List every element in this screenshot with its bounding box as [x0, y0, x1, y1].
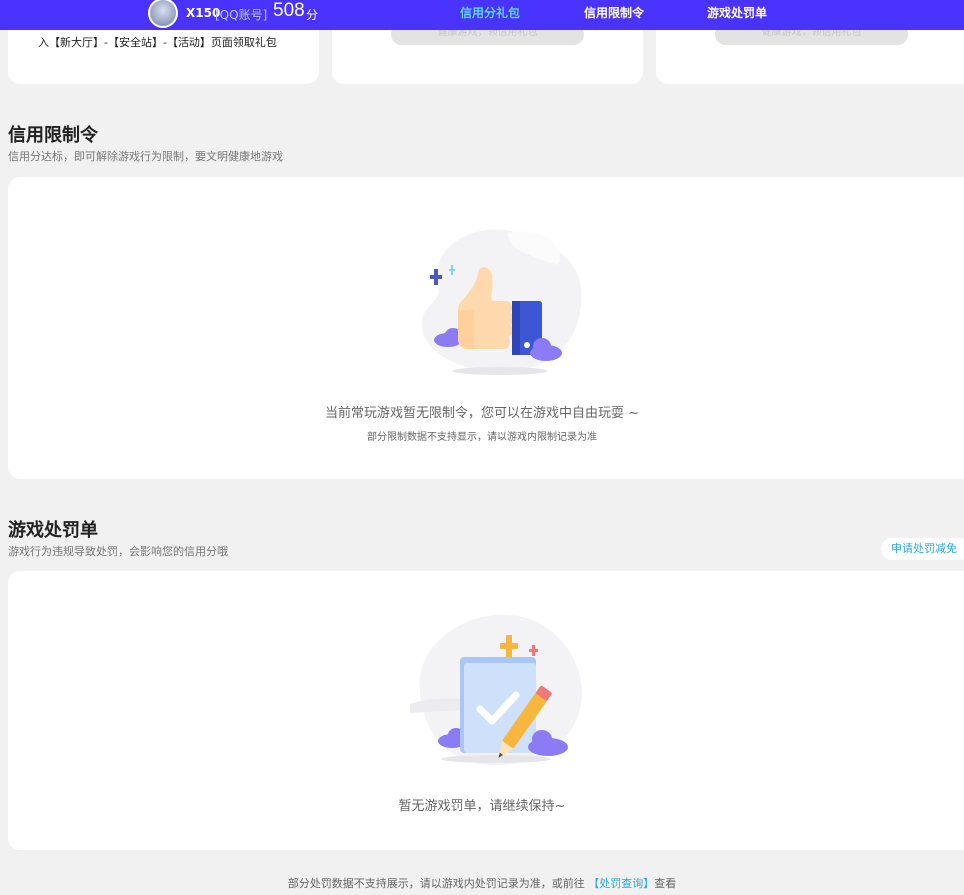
credit-score-unit: 分 [306, 8, 319, 22]
penalty-section-title: 游戏处罚单 [8, 520, 98, 541]
tab-credit-limit[interactable]: 信用限制令 [584, 4, 644, 21]
tab-credit-gift[interactable]: 信用分礼包 [460, 4, 520, 21]
footer-note-prefix: 部分处罚数据不支持展示，请以游戏内处罚记录为准，或前往 [287, 877, 589, 890]
tab-game-penalty[interactable]: 游戏处罚单 [707, 4, 767, 21]
thumbs-up-icon [421, 229, 582, 375]
penalty-query-link[interactable]: 【处罚查询】 [588, 877, 654, 890]
top-nav-bar: X150 [QQ账号] 508 分 信用分礼包 信用限制令 游戏处罚单 [0, 0, 964, 30]
footer-note-suffix: 查看 [654, 877, 677, 890]
footer-note: 部分处罚数据不支持展示，请以游戏内处罚记录为准，或前往 【处罚查询】查看 [0, 875, 964, 891]
credit-score: 508 [273, 0, 305, 21]
limit-empty-note: 部分限制数据不支持显示，请以游戏内限制记录为准 [367, 432, 597, 443]
limit-panel: 当前常玩游戏暂无限制令，您可以在游戏中自由玩耍 ~ 部分限制数据不支持显示，请以… [8, 177, 964, 479]
user-avatar[interactable] [148, 0, 178, 28]
gift-card-instructions: 入【新大厅】-【安全站】-【活动】页面领取礼包 [38, 36, 277, 49]
penalty-section-subtitle: 游戏行为违规导致处罚，会影响您的信用分哦 [8, 545, 228, 558]
limit-section-title: 信用限制令 [8, 125, 98, 146]
limit-empty-message: 当前常玩游戏暂无限制令，您可以在游戏中自由玩耍 ~ [324, 406, 640, 421]
clipboard-pencil-icon [410, 614, 582, 766]
apply-penalty-reduction-button[interactable]: 申请处罚减免 [881, 538, 964, 560]
penalty-empty-message: 暂无游戏罚单，请继续保持~ [398, 799, 566, 814]
penalty-panel: 暂无游戏罚单，请继续保持~ [8, 571, 964, 850]
account-type: [QQ账号] [215, 8, 268, 22]
limit-section-subtitle: 信用分达标，即可解除游戏行为限制，要文明健康地游戏 [8, 150, 283, 163]
